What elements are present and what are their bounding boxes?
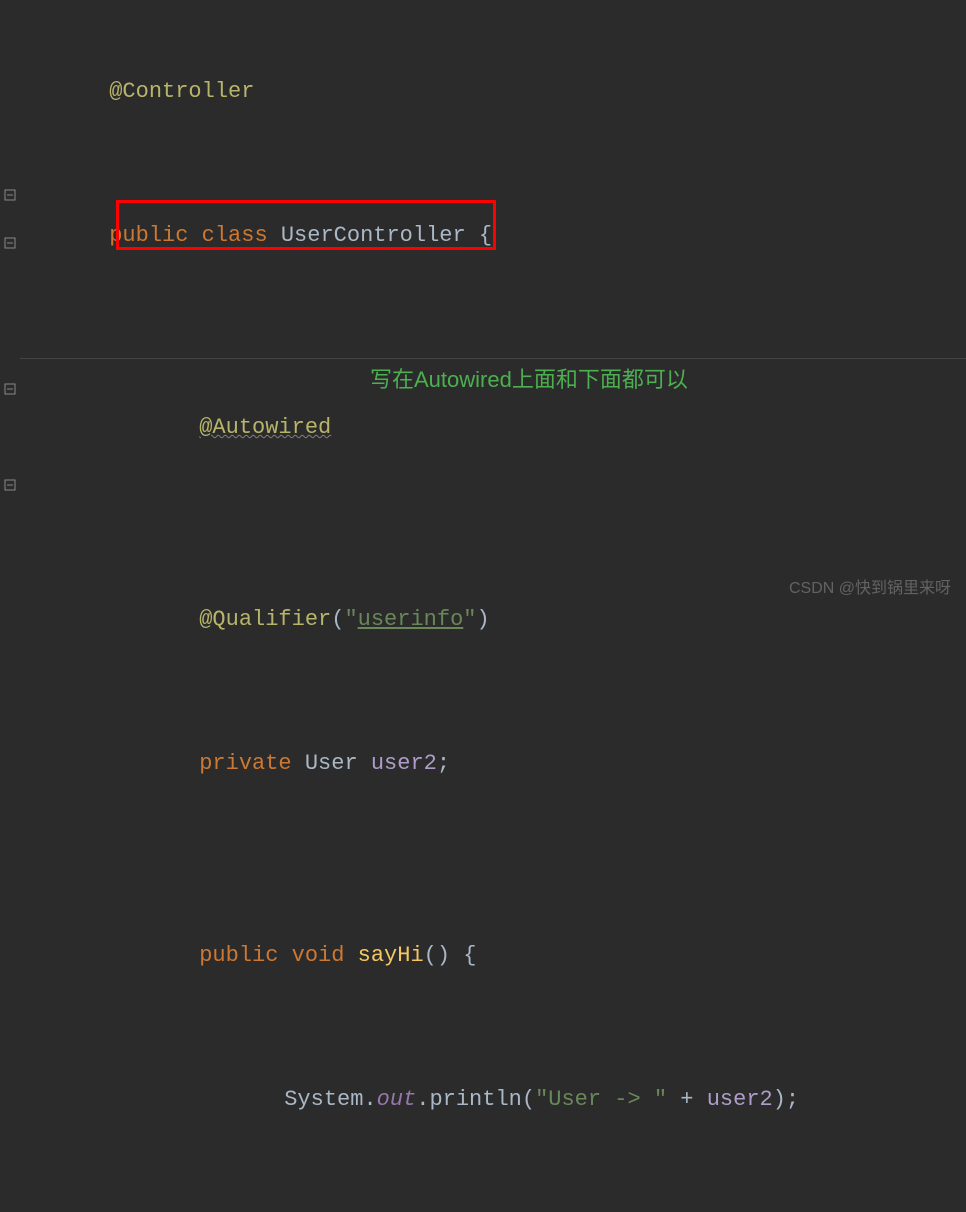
inline-comment: 写在Autowired上面和下面都可以 [370,356,688,404]
paren: ) [476,607,489,632]
annotation: @Autowired [199,415,331,440]
code-line: public class UserController { [20,164,966,308]
variable: user2 [707,1087,773,1112]
code-content[interactable]: @Controller public class UserController … [20,0,966,606]
static-field: out [377,1087,417,1112]
code-line: @Qualifier("userinfo") [20,548,966,692]
method-separator [20,358,966,359]
keyword: void [292,943,345,968]
dot: . [363,1087,376,1112]
code-line: private User user2; [20,692,966,836]
code-line: @Controller [20,20,966,164]
fold-icon[interactable] [3,188,17,202]
keyword: public [109,223,188,248]
operator: + [667,1087,707,1112]
brace: { [466,223,492,248]
brace: { [450,943,476,968]
string-literal: "User -> " [535,1087,667,1112]
string-quote: " [344,607,357,632]
watermark: CSDN @快到锅里来呀 [789,574,951,598]
keyword: private [199,751,291,776]
code-line: public void sayHi() { [20,884,966,1028]
class-ref: System [284,1087,363,1112]
close: ); [773,1087,799,1112]
annotation: @Controller [109,79,254,104]
fold-icon[interactable] [3,478,17,492]
paren: ( [522,1087,535,1112]
keyword: class [202,223,268,248]
code-line-empty [20,308,966,356]
parens: () [424,943,450,968]
code-line: } [20,1172,966,1212]
code-line: System.out.println("User -> " + user2); [20,1028,966,1172]
keyword: public [199,943,278,968]
method-call: println [429,1087,521,1112]
code-line: @Autowired 写在Autowired上面和下面都可以 [20,356,966,548]
type-name: User [305,751,358,776]
dot: . [416,1087,429,1112]
code-editor: @Controller public class UserController … [0,0,966,606]
paren: ( [331,607,344,632]
field-name: user2 [371,751,437,776]
string-value: userinfo [358,607,464,632]
class-name: UserController [281,223,466,248]
fold-icon[interactable] [3,382,17,396]
code-line-empty [20,836,966,884]
string-quote: " [463,607,476,632]
semicolon: ; [437,751,450,776]
method-name: sayHi [358,943,424,968]
annotation: @Qualifier [199,607,331,632]
editor-gutter [0,0,20,606]
fold-icon[interactable] [3,236,17,250]
